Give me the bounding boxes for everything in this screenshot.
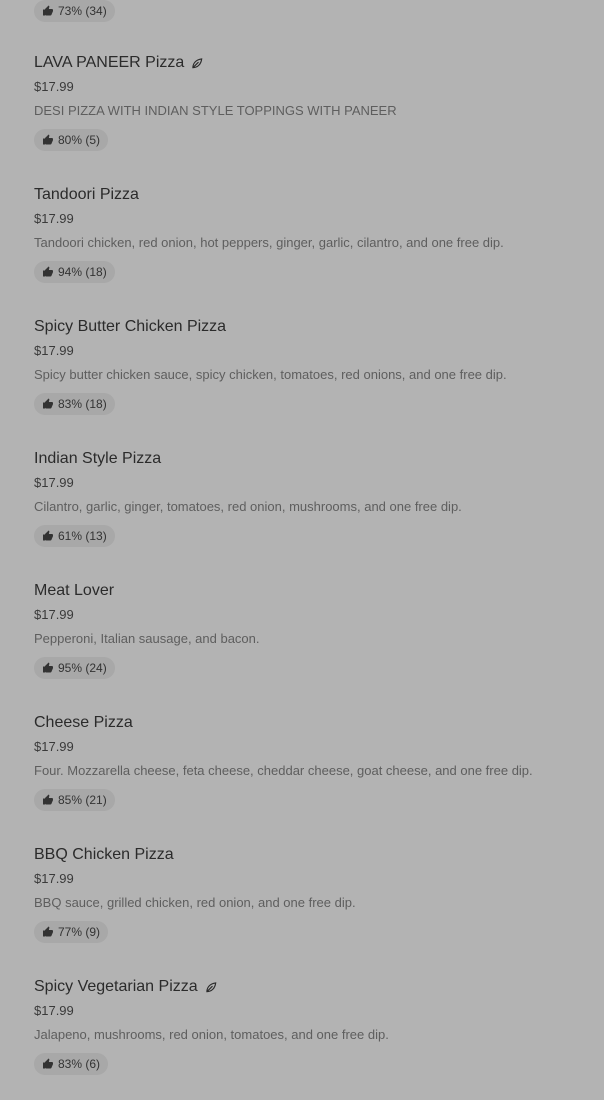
rating-text: 77% (9) xyxy=(58,925,101,939)
item-price: $17.99 xyxy=(34,607,74,622)
item-price: $17.99 xyxy=(34,79,74,94)
item-title: Spicy Butter Chicken Pizza xyxy=(34,317,594,337)
rating-text: 61% (13) xyxy=(58,529,107,543)
rating-badge: 95% (24) xyxy=(34,657,115,679)
thumbs-up-icon xyxy=(43,134,53,145)
item-price: $17.99 xyxy=(34,739,74,754)
item-title: Spicy Vegetarian Pizza xyxy=(34,977,594,997)
item-price: $17.99 xyxy=(34,1003,74,1018)
menu-item[interactable]: BBQ Chicken Pizza $17.99 BBQ sauce, grille… xyxy=(34,845,594,943)
item-description: Tandoori chicken, red onion, hot peppers… xyxy=(34,235,504,250)
item-name: Indian Style Pizza xyxy=(34,450,162,467)
menu-item[interactable]: Indian Style Pizza $17.99 Cilantro, garlic… xyxy=(34,449,594,547)
item-title: Meat Lover xyxy=(34,581,594,601)
rating-badge: 61% (13) xyxy=(34,525,115,547)
rating-text: 83% (6) xyxy=(58,1057,101,1071)
thumbs-up-icon xyxy=(43,266,53,277)
item-price: $17.99 xyxy=(34,871,74,886)
item-price: $17.99 xyxy=(34,475,74,490)
item-description: Pepperoni, Italian sausage, and bacon. xyxy=(34,631,260,646)
vegetarian-leaf-icon xyxy=(192,58,203,69)
rating-badge: 83% (18) xyxy=(34,393,115,415)
item-description: Spicy butter chicken sauce, spicy chicke… xyxy=(34,367,507,382)
thumbs-up-icon xyxy=(43,794,53,805)
item-price: $17.99 xyxy=(34,343,74,358)
item-title: Indian Style Pizza xyxy=(34,449,594,469)
thumbs-up-icon xyxy=(43,5,53,16)
menu-item[interactable]: Tandoori Pizza $17.99 Tandoori chicken, re… xyxy=(34,185,594,283)
rating-text: 85% (21) xyxy=(58,793,107,807)
thumbs-up-icon xyxy=(43,1058,53,1069)
item-name: Spicy Vegetarian Pizza xyxy=(34,978,198,995)
item-name: Cheese Pizza xyxy=(34,714,133,731)
rating-badge: 94% (18) xyxy=(34,261,115,283)
item-description: Cilantro, garlic, ginger, tomatoes, red … xyxy=(34,499,462,514)
item-description: BBQ sauce, grilled chicken, red onion, a… xyxy=(34,895,356,910)
thumbs-up-icon xyxy=(43,398,53,409)
thumbs-up-icon xyxy=(43,662,53,673)
rating-text: 80% (5) xyxy=(58,133,101,147)
item-description: Four. Mozzarella cheese, feta cheese, ch… xyxy=(34,763,533,778)
rating-badge: 85% (21) xyxy=(34,789,115,811)
menu-item[interactable]: LAVA PANEER Pizza $17.99 DESI PIZZA WITH I… xyxy=(34,53,594,151)
item-title: BBQ Chicken Pizza xyxy=(34,845,594,865)
menu-item[interactable]: Meat Lover $17.99 Pepperoni, Italian sausa… xyxy=(34,581,594,679)
rating-text: 73% (34) xyxy=(58,4,107,18)
menu-item[interactable]: Spicy Butter Chicken Pizza $17.99 Spicy bu… xyxy=(34,317,594,415)
rating-text: 95% (24) xyxy=(58,661,107,675)
menu-item[interactable]: Cheese Pizza $17.99 Four. Mozzarella chees… xyxy=(34,713,594,811)
item-title: Cheese Pizza xyxy=(34,713,594,733)
item-name: Tandoori Pizza xyxy=(34,186,139,203)
rating-text: 83% (18) xyxy=(58,397,107,411)
rating-badge: 83% (6) xyxy=(34,1053,109,1075)
rating-text: 94% (18) xyxy=(58,265,107,279)
thumbs-up-icon xyxy=(43,926,53,937)
item-name: Meat Lover xyxy=(34,582,115,599)
item-title: Tandoori Pizza xyxy=(34,185,594,205)
item-description: Jalapeno, mushrooms, red onion, tomatoes… xyxy=(34,1027,389,1042)
item-name: BBQ Chicken Pizza xyxy=(34,846,174,863)
rating-badge: 73% (34) xyxy=(34,0,115,22)
thumbs-up-icon xyxy=(43,530,53,541)
item-description: DESI PIZZA WITH INDIAN STYLE TOPPINGS WI… xyxy=(34,103,397,118)
item-title: LAVA PANEER Pizza xyxy=(34,53,594,73)
rating-badge: 77% (9) xyxy=(34,921,109,943)
rating-badge: 80% (5) xyxy=(34,129,109,151)
item-name: LAVA PANEER Pizza xyxy=(34,54,185,71)
vegetarian-leaf-icon xyxy=(205,982,216,993)
menu-item[interactable]: Spicy Vegetarian Pizza $17.99 Jalapeno, mu… xyxy=(34,977,594,1075)
item-price: $17.99 xyxy=(34,211,74,226)
item-name: Spicy Butter Chicken Pizza xyxy=(34,318,227,335)
